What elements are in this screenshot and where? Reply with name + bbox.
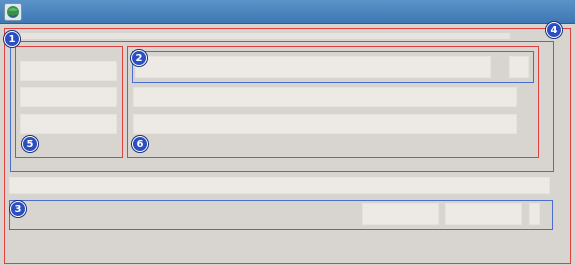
toolbar-button-1[interactable] — [362, 203, 439, 225]
left-field-1[interactable] — [20, 61, 117, 81]
annotation-badge-6: 6 — [132, 136, 148, 152]
annotation-badge-5: 5 — [22, 136, 38, 152]
right-field-1[interactable] — [133, 87, 517, 107]
annotation-badge-3: 3 — [10, 201, 26, 217]
annotation-badge-4: 4 — [546, 22, 562, 38]
separator-strip — [9, 177, 550, 194]
right-field-2[interactable] — [133, 114, 517, 134]
left-field-3[interactable] — [20, 114, 117, 134]
annotation-badge-1: 1 — [4, 31, 20, 47]
annotation-badge-2: 2 — [131, 50, 147, 66]
top-strip — [14, 33, 510, 39]
globe-app-icon — [4, 3, 22, 21]
left-field-2[interactable] — [20, 87, 117, 107]
toolbar-button-2[interactable] — [445, 203, 522, 225]
input-side-button[interactable] — [509, 56, 529, 78]
main-input[interactable] — [135, 56, 491, 78]
toolbar-button-3[interactable] — [529, 203, 540, 225]
window-titlebar[interactable] — [0, 0, 575, 24]
